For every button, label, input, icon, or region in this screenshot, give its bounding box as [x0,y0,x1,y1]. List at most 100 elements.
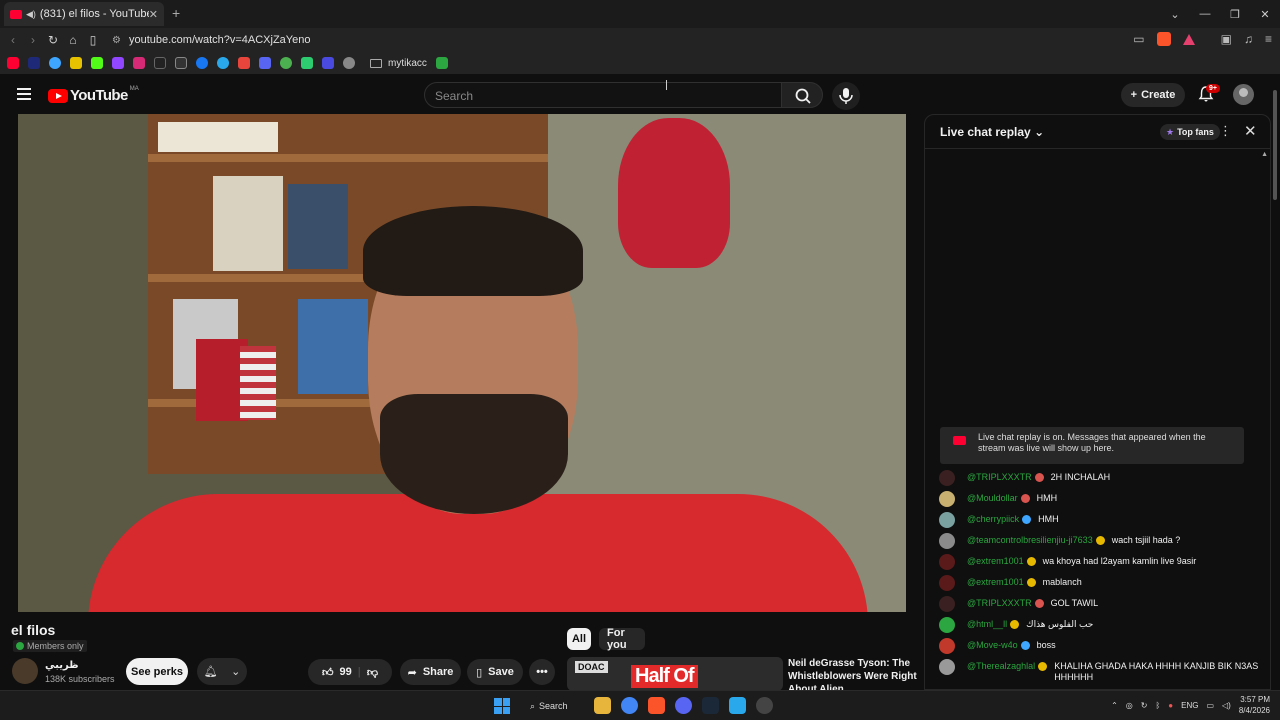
save-button[interactable]: ▯ Save [467,659,523,685]
chat-author-avatar[interactable] [939,596,955,612]
chat-message[interactable]: @Move-w4o boss [939,637,1259,658]
reload-icon[interactable]: ↻ [43,33,63,47]
speaker-icon[interactable]: ◀) [26,9,36,20]
chat-message[interactable]: @teamcontrolbresilienjiu-ji7633 wach tsji… [939,532,1259,553]
language-indicator[interactable]: ENG [1181,701,1198,710]
scrollbar-thumb[interactable] [1273,90,1277,200]
chat-message[interactable]: @html__ll حب الفلوس هذاك [939,616,1259,637]
telegram-bookmark-icon[interactable] [217,57,229,69]
chat-author-name[interactable]: @Mouldollar [967,493,1018,504]
chat-message[interactable]: @cherrypiick HMH [939,511,1259,532]
channel-name[interactable]: ظريبي [45,660,79,671]
bookmark-icon[interactable]: ▯ [83,33,103,47]
tab-list-icon[interactable]: ⌄ [1160,8,1190,21]
chart-bookmark-icon[interactable] [435,57,448,69]
close-window-button[interactable]: ✕ [1250,8,1280,21]
tiktok-bookmark-icon[interactable] [154,57,166,69]
chat-more-icon[interactable]: ⋮ [1219,123,1232,139]
facebook-bookmark-icon[interactable] [196,57,208,69]
chat-message[interactable]: @Mouldollar HMH [939,490,1259,511]
browser-tab[interactable]: ◀) (831) el filos - YouTube ✕ [4,2,164,26]
hamburger-menu-icon[interactable] [17,88,31,100]
minimize-button[interactable]: — [1190,8,1220,20]
video-player[interactable] [18,114,906,612]
twitch-bookmark-icon[interactable] [112,57,124,69]
brave-rewards-icon[interactable] [1182,33,1195,45]
top-fans-button[interactable]: ★ Top fans [1160,124,1220,140]
app-icon[interactable] [756,697,773,714]
chat-mode-dropdown[interactable]: Live chat replay ⌄ [940,125,1044,139]
taskbar-search[interactable]: ⌕ Search [530,697,580,715]
chat-message[interactable]: @extrem1001 wa khoya had l2ayam kamlin li… [939,553,1259,574]
account-avatar[interactable] [1233,84,1254,105]
cast-icon[interactable]: ▭ [1133,32,1144,46]
discord-bookmark-icon[interactable] [259,57,271,69]
recommendation-thumbnail[interactable]: DOAC Half Of [567,657,783,691]
arrow-bookmark-icon[interactable] [301,57,313,69]
chat-author-name[interactable]: @TRIPLXXXTR [967,598,1032,609]
chat-author-avatar[interactable] [939,659,955,675]
dislike-button[interactable]: 👎︎ [367,666,378,679]
forward-icon[interactable]: › [23,33,43,47]
mic-tray-icon[interactable]: ● [1168,701,1173,710]
tray-app-icon[interactable]: ◎ [1126,701,1133,710]
chat-author-avatar[interactable] [939,554,955,570]
chat-author-name[interactable]: @Move-w4o [967,640,1018,651]
star-bookmark-icon[interactable] [49,57,61,69]
restore-button[interactable]: ❐ [1220,8,1250,21]
chat-author-avatar[interactable] [939,617,955,633]
telegram-icon[interactable] [729,697,746,714]
chat-author-avatar[interactable] [939,533,955,549]
chip-for-you[interactable]: For you [599,627,645,651]
channel-avatar[interactable] [12,658,38,684]
share-button[interactable]: ➦ Share [400,659,461,685]
menu-icon[interactable]: ≡ [1265,32,1272,46]
more-actions-button[interactable]: ••• [529,659,555,685]
chat-author-avatar[interactable] [939,575,955,591]
voice-search-button[interactable] [832,82,860,110]
bookmark-folder[interactable]: mytikacc [370,58,427,69]
discord-icon[interactable] [675,697,692,714]
chat-message[interactable]: @Therealzaghlal KHALIHA GHADA HAKA HHHH K… [939,658,1259,683]
bluetooth-icon[interactable]: ᛒ [1155,701,1160,710]
volume-icon[interactable]: ◁) [1222,701,1231,710]
site-info-icon[interactable]: ⚙ [112,35,121,46]
globe-bookmark-icon[interactable] [343,57,355,69]
yellow-bookmark-icon[interactable] [70,57,82,69]
notification-settings-button[interactable]: 🔔︎ ⌄ [197,658,247,685]
chat-author-name[interactable]: @extrem1001 [967,556,1024,567]
clock[interactable]: 3:57 PM 8/4/2026 [1239,694,1270,716]
back-icon[interactable]: ‹ [3,33,23,47]
chat-message[interactable]: @TRIPLXXXTR 2H INCHALAH [939,469,1259,490]
chat-author-avatar[interactable] [939,638,955,654]
see-perks-button[interactable]: See perks [126,658,188,685]
chat-author-name[interactable]: @Therealzaghlal [967,661,1035,672]
new-tab-button[interactable]: + [172,5,180,21]
close-chat-icon[interactable]: ✕ [1244,122,1257,140]
search-input[interactable]: Search [424,82,782,108]
tray-update-icon[interactable]: ↻ [1141,701,1148,710]
chat-message[interactable]: @TRIPLXXXTR GOL TAWIL [939,595,1259,616]
page-scrollbar[interactable] [1272,80,1278,690]
home-icon[interactable]: ⌂ [63,33,83,47]
red-bookmark-icon[interactable] [238,57,250,69]
like-button[interactable]: 👍︎ 99 [322,666,352,679]
instagram-bookmark-icon[interactable] [133,57,145,69]
steam-icon[interactable] [702,697,719,714]
brave-icon[interactable] [648,697,665,714]
windows-start-icon[interactable] [494,698,510,714]
chat-author-name[interactable]: @teamcontrolbresilienjiu-ji7633 [967,535,1093,546]
chat-author-name[interactable]: @html__ll [967,619,1007,630]
chat-message[interactable]: @extrem1001 mablanch [939,574,1259,595]
chat-bookmark-icon[interactable] [322,57,334,69]
chat-author-avatar[interactable] [939,491,955,507]
chat-author-avatar[interactable] [939,512,955,528]
chat-scroll-up-icon[interactable]: ▲ [1261,151,1268,158]
media-icon[interactable]: ♫ [1244,32,1253,46]
youtube-logo[interactable]: YouTube MA [48,86,139,104]
youtube-bookmark-icon[interactable] [7,57,19,69]
chat-author-name[interactable]: @cherrypiick [967,514,1019,525]
chat-author-name[interactable]: @TRIPLXXXTR [967,472,1032,483]
prime-bookmark-icon[interactable] [28,57,40,69]
brave-shields-icon[interactable] [1156,32,1171,46]
